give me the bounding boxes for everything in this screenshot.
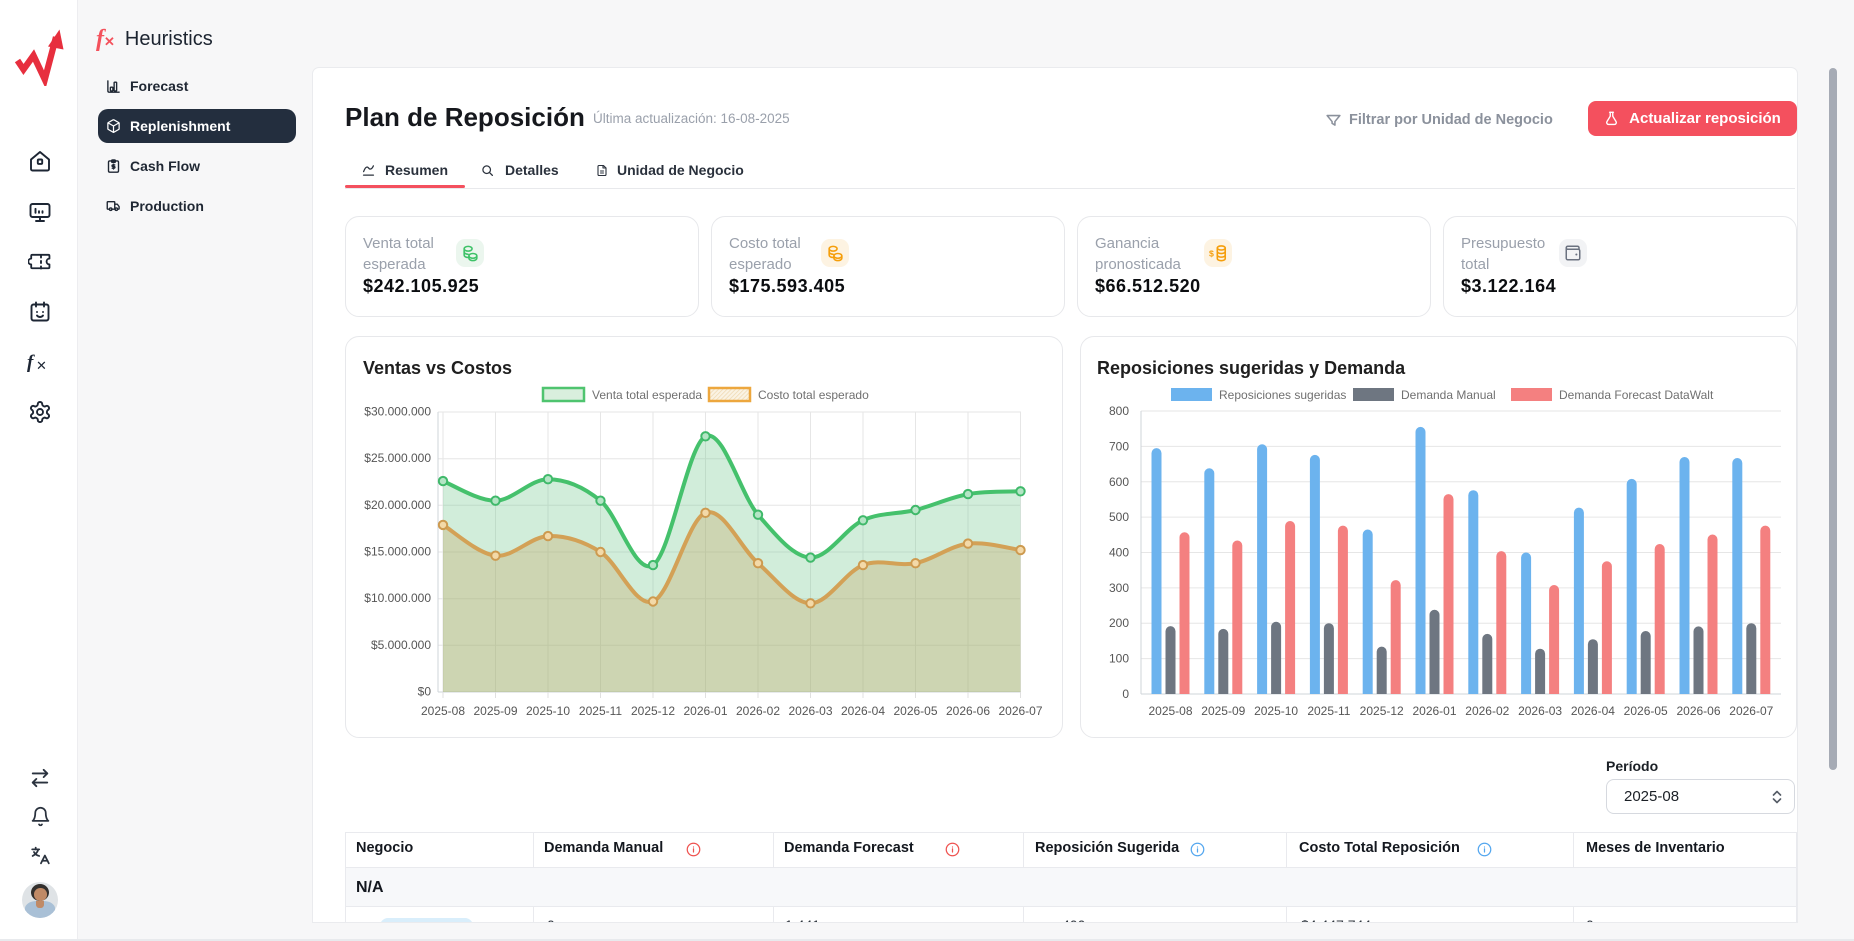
svg-text:2025-10: 2025-10 (1254, 704, 1298, 718)
svg-text:2025-12: 2025-12 (1360, 704, 1404, 718)
svg-text:$10.000.000: $10.000.000 (364, 591, 431, 605)
svg-text:2025-10: 2025-10 (526, 704, 570, 718)
svg-text:300: 300 (1109, 581, 1129, 595)
svg-text:2025-09: 2025-09 (1201, 704, 1245, 718)
svg-text:Demanda Manual: Demanda Manual (1401, 388, 1496, 402)
svg-text:$5.000.000: $5.000.000 (371, 638, 431, 652)
svg-text:2026-03: 2026-03 (1518, 704, 1562, 718)
svg-text:Costo total esperado: Costo total esperado (758, 388, 869, 402)
svg-text:2026-06: 2026-06 (946, 704, 990, 718)
svg-text:2026-01: 2026-01 (683, 704, 727, 718)
svg-text:$15.000.000: $15.000.000 (364, 545, 431, 559)
svg-text:100: 100 (1109, 652, 1129, 666)
svg-text:2025-12: 2025-12 (631, 704, 675, 718)
svg-text:Demanda Forecast DataWalt: Demanda Forecast DataWalt (1559, 388, 1714, 402)
svg-text:2026-04: 2026-04 (841, 704, 885, 718)
svg-text:$20.000.000: $20.000.000 (364, 498, 431, 512)
svg-text:400: 400 (1109, 546, 1129, 560)
svg-text:$: $ (1209, 248, 1214, 258)
svg-text:2025-11: 2025-11 (1307, 704, 1350, 718)
svg-text:2026-05: 2026-05 (893, 704, 937, 718)
svg-text:2025-08: 2025-08 (421, 704, 465, 718)
svg-text:$25.000.000: $25.000.000 (364, 451, 431, 465)
svg-text:600: 600 (1109, 475, 1129, 489)
svg-text:2026-04: 2026-04 (1571, 704, 1615, 718)
svg-text:2025-08: 2025-08 (1148, 704, 1192, 718)
svg-text:700: 700 (1109, 439, 1129, 453)
svg-text:200: 200 (1109, 616, 1129, 630)
svg-text:✕: ✕ (36, 358, 47, 373)
svg-text:2026-05: 2026-05 (1624, 704, 1668, 718)
svg-text:2026-07: 2026-07 (998, 704, 1042, 718)
svg-text:Reposiciones sugeridas: Reposiciones sugeridas (1219, 388, 1346, 402)
svg-text:2025-09: 2025-09 (473, 704, 517, 718)
svg-text:f: f (27, 352, 35, 373)
svg-text:2026-01: 2026-01 (1412, 704, 1456, 718)
svg-text:Reposiciones sugeridas y Deman: Reposiciones sugeridas y Demanda (1097, 358, 1406, 378)
svg-text:2026-02: 2026-02 (736, 704, 780, 718)
svg-text:$30.000.000: $30.000.000 (364, 405, 431, 419)
svg-text:2025-11: 2025-11 (579, 704, 622, 718)
svg-text:500: 500 (1109, 510, 1129, 524)
svg-text:2026-06: 2026-06 (1676, 704, 1720, 718)
svg-text:2026-02: 2026-02 (1465, 704, 1509, 718)
svg-text:2026-03: 2026-03 (788, 704, 832, 718)
svg-text:Ventas vs Costos: Ventas vs Costos (363, 358, 512, 378)
svg-text:Venta total esperada: Venta total esperada (592, 388, 702, 402)
svg-text:800: 800 (1109, 404, 1129, 418)
svg-text:$0: $0 (418, 685, 432, 699)
svg-text:0: 0 (1122, 687, 1129, 701)
svg-text:2026-07: 2026-07 (1729, 704, 1773, 718)
